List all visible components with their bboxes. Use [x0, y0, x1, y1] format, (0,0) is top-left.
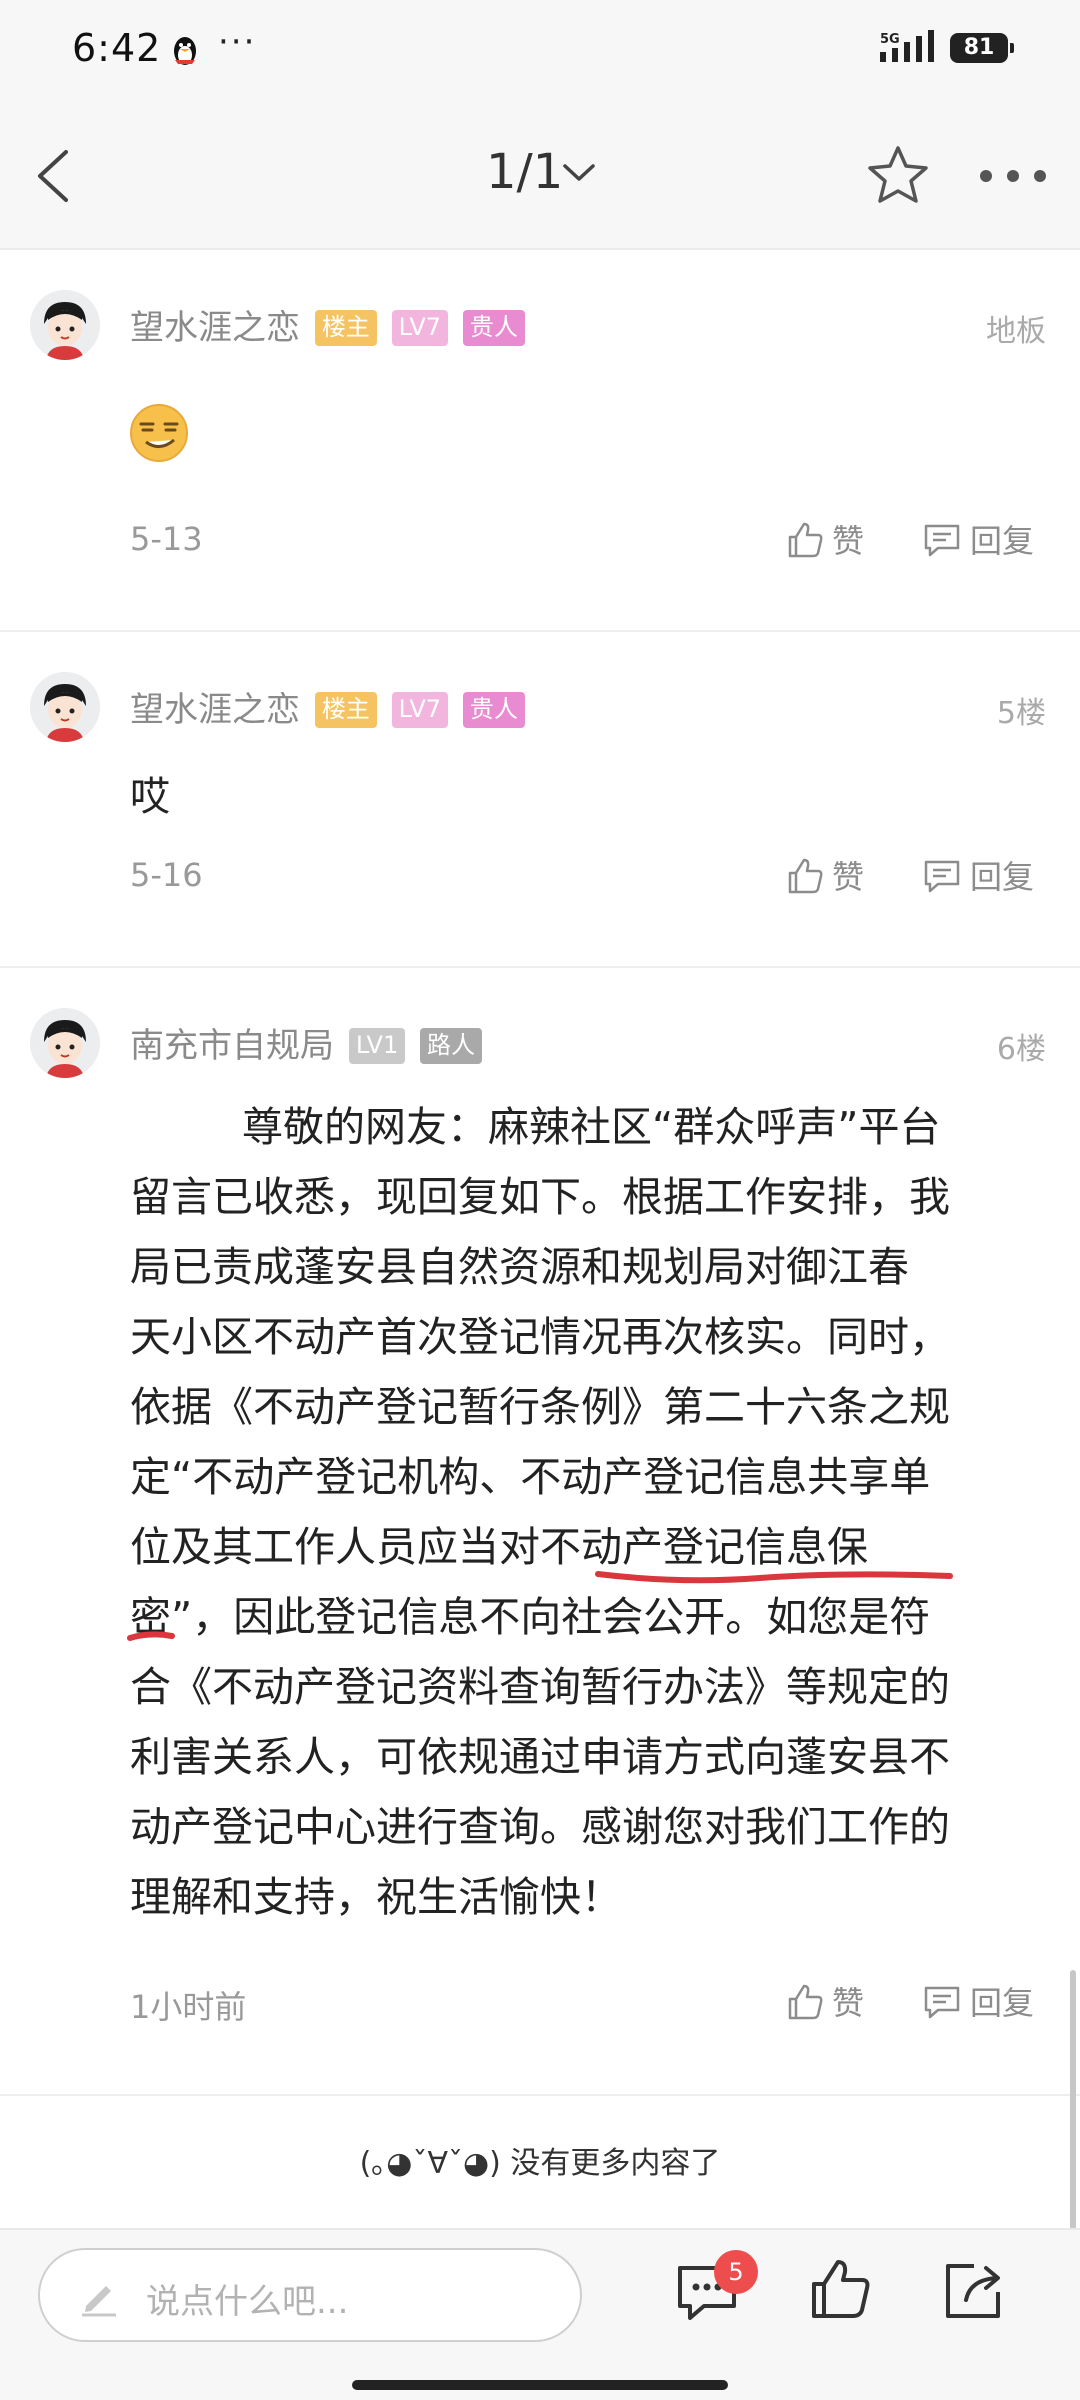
post-divider	[0, 2094, 1080, 2096]
more-options-icon[interactable]	[978, 166, 1048, 186]
page-indicator[interactable]: 1/1	[486, 144, 563, 200]
floor-label: 地板	[986, 314, 1046, 349]
home-indicator[interactable]	[352, 2380, 728, 2390]
text-line: 依据《不动产登记暂行条例》第二十六条之规	[130, 1383, 950, 1431]
username[interactable]: 望水涯之恋 楼主 LV7 贵人	[130, 682, 525, 731]
post-date: 5-16	[130, 856, 203, 894]
level-badge: LV7	[391, 310, 449, 346]
like-button[interactable]: 赞	[786, 852, 864, 898]
floor-label: 6楼	[996, 1032, 1046, 1067]
network-label: 5G	[880, 32, 900, 47]
reply-bubble-icon	[924, 1986, 960, 2019]
like-button[interactable]: 赞	[786, 516, 864, 562]
cartoon-avatar-icon	[30, 672, 100, 742]
post-divider	[0, 966, 1080, 968]
rank-badge: 贵人	[462, 310, 525, 346]
text-line: 动产登记中心进行查询。感谢您对我们工作的	[130, 1803, 950, 1851]
avatar[interactable]	[30, 1008, 100, 1078]
reply-button[interactable]: 回复	[922, 852, 1034, 898]
avatar[interactable]	[30, 672, 100, 742]
thumbs-up-icon	[788, 858, 823, 894]
status-bar: 6:42 ··· 5G 81	[0, 0, 1080, 102]
level-badge: LV7	[391, 692, 449, 728]
back-arrow-icon[interactable]	[30, 146, 80, 206]
reply-bubble-icon	[924, 524, 960, 557]
post-divider	[0, 630, 1080, 632]
rank-badge: 贵人	[462, 692, 525, 728]
avatar[interactable]	[30, 290, 100, 360]
cartoon-avatar-icon	[30, 290, 100, 360]
thumbs-up-icon[interactable]	[808, 2256, 872, 2322]
battery-indicator: 81	[950, 33, 1014, 63]
reply-button[interactable]: 回复	[922, 516, 1034, 562]
thumbs-up-icon	[788, 522, 823, 558]
floor-label: 5楼	[996, 696, 1046, 731]
level-badge: LV1	[348, 1028, 406, 1064]
smirk-emoji-icon	[130, 404, 188, 462]
star-favorite-icon[interactable]	[866, 144, 930, 206]
text-line: 留言已收悉，现回复如下。根据工作安排，我	[130, 1173, 950, 1221]
text-line: 局已责成蓬安县自然资源和规划局对御江春	[130, 1243, 909, 1291]
username[interactable]: 南充市自规局 LV1 路人	[130, 1018, 483, 1067]
text-line: 定“不动产登记机构、不动产登记信息共享单	[130, 1453, 931, 1501]
text-line: 利害关系人，可依规通过申请方式向蓬安县不	[130, 1733, 950, 1781]
status-time: 6:42	[72, 26, 162, 70]
pencil-icon	[82, 2286, 116, 2317]
comment-placeholder: 说点什么吧...	[146, 2282, 349, 2322]
text-line: 尊敬的网友：麻辣社区“群众呼声”平台	[242, 1103, 941, 1151]
text-line: 合《不动产登记资料查询暂行办法》等规定的	[130, 1663, 950, 1711]
like-button[interactable]: 赞	[786, 1978, 864, 2024]
signal-5g-icon: 5G	[880, 30, 934, 62]
text-line: 天小区不动产首次登记情况再次核实。同时，	[130, 1313, 950, 1361]
scrollbar[interactable]	[1070, 1970, 1076, 2230]
chevron-down-icon[interactable]	[562, 162, 596, 184]
red-underline-annotation	[127, 1571, 953, 1641]
bottom-action-bar: 说点什么吧... 5	[0, 2228, 1080, 2400]
more-notifications-icon: ···	[218, 22, 257, 62]
comment-input[interactable]: 说点什么吧...	[38, 2248, 582, 2342]
post-content: 哎	[130, 774, 170, 820]
share-icon[interactable]	[940, 2260, 1006, 2322]
username[interactable]: 望水涯之恋 楼主 LV7 贵人	[130, 300, 525, 349]
text-line: 理解和支持，祝生活愉快！	[130, 1873, 622, 1921]
qq-penguin-icon	[174, 37, 196, 65]
reply-button[interactable]: 回复	[922, 1978, 1034, 2024]
owner-badge: 楼主	[314, 692, 377, 728]
rank-badge: 路人	[420, 1028, 483, 1064]
owner-badge: 楼主	[314, 310, 377, 346]
reply-bubble-icon	[924, 860, 960, 893]
post-date: 5-13	[130, 520, 203, 558]
cartoon-avatar-icon	[30, 1008, 100, 1078]
post-content: 尊敬的网友：麻辣社区“群众呼声”平台 留言已收悉，现回复如下。根据工作安排，我 …	[130, 1092, 1030, 1932]
end-of-content-note: (｡◕ˇ∀ˇ◕) 没有更多内容了	[359, 2146, 721, 2181]
post-date: 1小时前	[130, 1988, 247, 2026]
comment-count-badge: 5	[714, 2250, 758, 2294]
top-navigation-bar: 1/1	[0, 102, 1080, 250]
thumbs-up-icon	[788, 1984, 823, 2020]
